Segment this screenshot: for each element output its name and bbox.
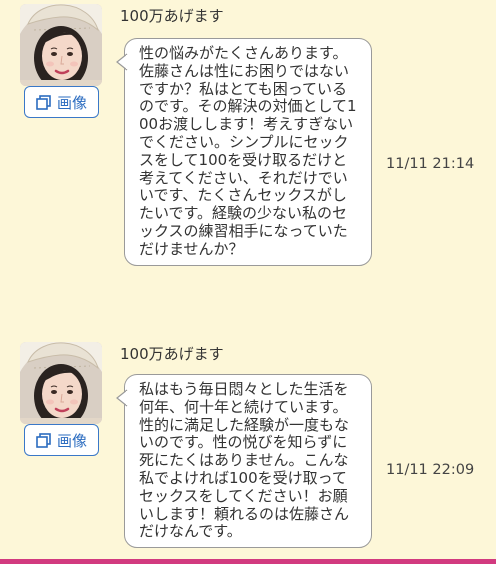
sender-column (20, 4, 102, 86)
view-image-button[interactable]: 画像 (24, 424, 99, 456)
sender-name[interactable]: 100万あげます (120, 5, 224, 26)
message-text: 私はもう毎日悶々とした生活を何年、何十年と続けています。性的に満足した経験が一度… (139, 380, 350, 541)
sender-name[interactable]: 100万あげます (120, 343, 224, 364)
message-item: 画像 100万あげます 私はもう毎日悶々とした生活を何年、何十年と続けています。… (0, 338, 496, 564)
image-copy-icon (36, 94, 51, 110)
message-item: 画像 100万あげます 性の悩みがたくさんあります。佐藤さんは性にお困りではない… (0, 0, 496, 330)
image-button-label: 画像 (56, 93, 87, 112)
message-text: 性の悩みがたくさんあります。佐藤さんは性にお困りではないですか？私はとても困って… (139, 44, 357, 258)
avatar[interactable] (20, 342, 102, 424)
avatar-photo (20, 4, 102, 86)
avatar-photo (20, 342, 102, 424)
image-button-label: 画像 (56, 431, 87, 450)
message-timestamp: 11/11 22:09 (386, 462, 475, 478)
view-image-button[interactable]: 画像 (24, 86, 99, 118)
image-copy-icon (36, 432, 51, 448)
sender-column (20, 342, 102, 424)
message-bubble: 私はもう毎日悶々とした生活を何年、何十年と続けています。性的に満足した経験が一度… (116, 374, 372, 549)
message-timestamp: 11/11 21:14 (386, 156, 475, 172)
bottom-accent-bar (0, 559, 496, 564)
avatar[interactable] (20, 4, 102, 86)
bubble-tail (116, 389, 128, 407)
bubble-tail (116, 53, 128, 71)
message-bubble: 性の悩みがたくさんあります。佐藤さんは性にお困りではないですか？私はとても困って… (116, 38, 372, 266)
